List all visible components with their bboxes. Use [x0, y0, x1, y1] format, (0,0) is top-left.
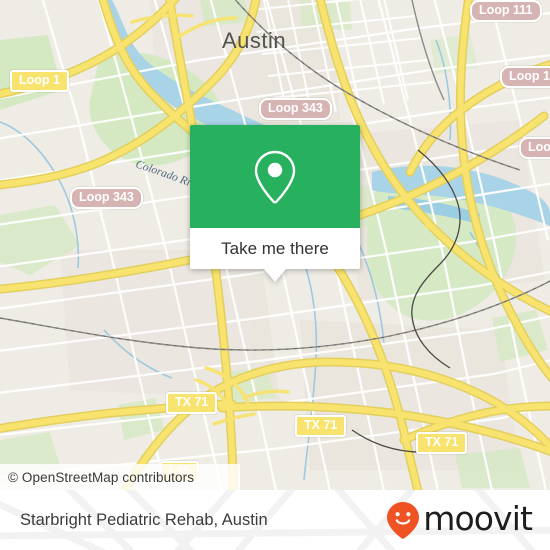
popup-pin-area	[190, 125, 360, 228]
city-label: Austin	[222, 28, 286, 53]
moovit-smiling-pin-icon	[387, 502, 420, 539]
road-shield-loop343-b: Loop 343	[70, 187, 143, 209]
osm-attribution[interactable]: © OpenStreetMap contributors	[0, 464, 240, 490]
moovit-brand[interactable]: moovit	[386, 490, 533, 550]
place-title: Starbright Pediatric Rehab, Austin	[20, 490, 268, 550]
map-canvas[interactable]: Colorado River Austin Loop 1Loop 343Loop…	[0, 0, 550, 490]
take-me-there-button[interactable]: Take me there	[190, 228, 360, 269]
place-title-text: Starbright Pediatric Rehab, Austin	[20, 510, 268, 529]
footer-bar: Starbright Pediatric Rehab, Austin moovi…	[0, 490, 550, 550]
take-me-there-label: Take me there	[221, 238, 329, 258]
road-shield-tx71-c: TX 71	[416, 432, 468, 454]
road-shield-loop111-c: Loop	[519, 137, 550, 159]
map-pin-icon	[254, 150, 296, 203]
road-shield-loop343-a: Loop 343	[259, 98, 332, 120]
osm-attribution-text: © OpenStreetMap contributors	[8, 469, 195, 485]
road-shield-tx71-b: TX 71	[295, 415, 347, 437]
take-me-there-popup[interactable]: Take me there	[190, 125, 360, 282]
moovit-wordmark: moovit	[423, 498, 533, 538]
road-shield-loop111-a: Loop 111	[470, 0, 542, 22]
road-shield-loop1: Loop 1	[10, 70, 69, 92]
moovit-map-screenshot: Colorado River Austin Loop 1Loop 343Loop…	[0, 0, 550, 550]
road-shield-loop111-b: Loop 111	[500, 66, 550, 88]
road-shield-tx71-a: TX 71	[166, 392, 218, 414]
popup-tail	[264, 269, 286, 282]
